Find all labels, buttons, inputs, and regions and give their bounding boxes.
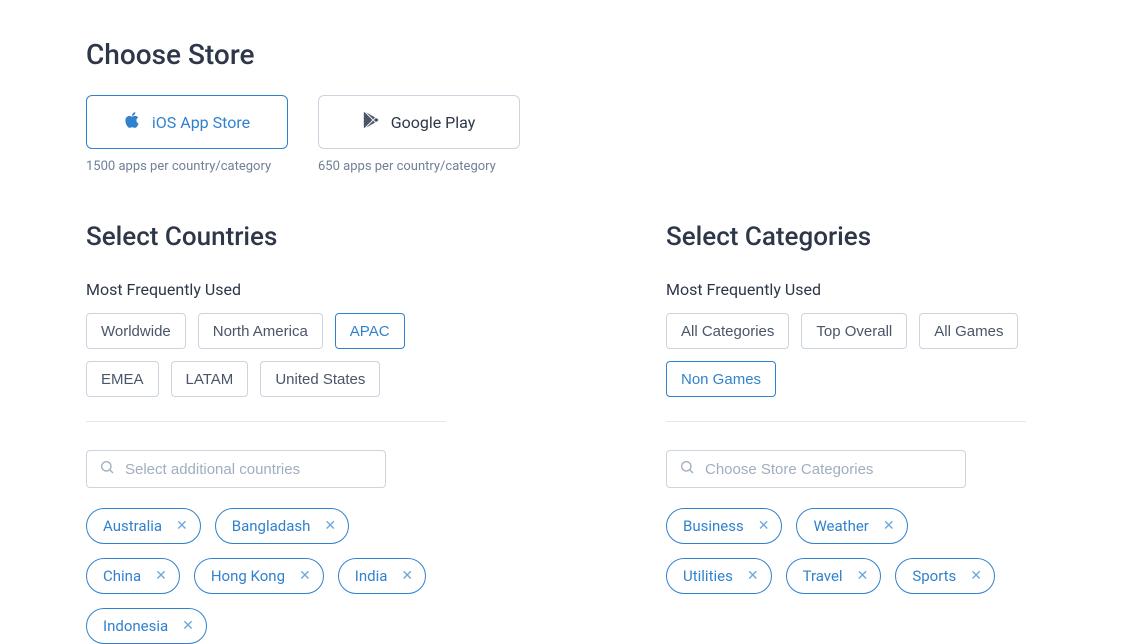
country-pill-india[interactable]: India ✕: [338, 558, 426, 594]
close-icon[interactable]: ✕: [299, 568, 311, 584]
close-icon[interactable]: ✕: [758, 518, 770, 534]
category-pill-travel[interactable]: Travel ✕: [786, 558, 882, 594]
country-chip-latam[interactable]: LATAM: [171, 361, 249, 397]
close-icon[interactable]: ✕: [857, 568, 869, 584]
store-google-play[interactable]: Google Play: [318, 95, 520, 149]
country-pill-china[interactable]: China ✕: [86, 558, 180, 594]
google-play-icon: [363, 111, 379, 133]
close-icon[interactable]: ✕: [401, 568, 413, 584]
country-pill-label: Australia: [103, 517, 162, 535]
close-icon[interactable]: ✕: [176, 518, 188, 534]
country-pill-label: Bangladash: [232, 517, 311, 535]
category-chip-top-overall[interactable]: Top Overall: [801, 313, 907, 349]
close-icon[interactable]: ✕: [182, 618, 194, 634]
close-icon[interactable]: ✕: [155, 568, 167, 584]
search-icon: [99, 459, 115, 479]
category-pill-business[interactable]: Business ✕: [666, 508, 782, 544]
categories-search[interactable]: [666, 450, 966, 488]
store-gplay-sub: 650 apps per country/category: [318, 159, 520, 174]
country-chip-emea[interactable]: EMEA: [86, 361, 159, 397]
category-chip-all-categories[interactable]: All Categories: [666, 313, 789, 349]
close-icon[interactable]: ✕: [324, 518, 336, 534]
country-chip-north-america[interactable]: North America: [198, 313, 323, 349]
category-pill-utilities[interactable]: Utilities ✕: [666, 558, 772, 594]
country-chip-worldwide[interactable]: Worldwide: [86, 313, 186, 349]
country-chip-united-states[interactable]: United States: [260, 361, 380, 397]
country-pill-label: India: [355, 567, 388, 585]
country-pill-bangladash[interactable]: Bangladash ✕: [215, 508, 349, 544]
country-pill-label: China: [103, 567, 141, 585]
category-chip-all-games[interactable]: All Games: [919, 313, 1018, 349]
apple-icon: [124, 111, 140, 133]
country-chip-apac[interactable]: APAC: [335, 313, 405, 349]
category-pill-sports[interactable]: Sports ✕: [895, 558, 995, 594]
category-pill-label: Sports: [912, 567, 956, 585]
close-icon[interactable]: ✕: [747, 568, 759, 584]
countries-divider: [86, 421, 446, 422]
store-ios-sub: 1500 apps per country/category: [86, 159, 288, 174]
country-pill-hong-kong[interactable]: Hong Kong ✕: [194, 558, 324, 594]
countries-heading: Select Countries: [86, 222, 446, 252]
store-ios-label: iOS App Store: [152, 113, 250, 132]
category-pill-label: Business: [683, 517, 744, 535]
category-pill-label: Weather: [813, 517, 868, 535]
category-chip-non-games[interactable]: Non Games: [666, 361, 776, 397]
page-title: Choose Store: [86, 38, 1054, 71]
search-icon: [679, 459, 695, 479]
store-ios-app-store[interactable]: iOS App Store: [86, 95, 288, 149]
country-pill-indonesia[interactable]: Indonesia ✕: [86, 608, 207, 644]
close-icon[interactable]: ✕: [970, 568, 982, 584]
category-pill-label: Travel: [803, 567, 843, 585]
country-pill-australia[interactable]: Australia ✕: [86, 508, 201, 544]
countries-subhead: Most Frequently Used: [86, 280, 446, 299]
country-pill-label: Indonesia: [103, 617, 168, 635]
country-pill-label: Hong Kong: [211, 567, 285, 585]
category-pill-label: Utilities: [683, 567, 733, 585]
countries-search-input[interactable]: [125, 461, 373, 478]
categories-heading: Select Categories: [666, 222, 1026, 252]
categories-divider: [666, 421, 1026, 422]
categories-search-input[interactable]: [705, 461, 953, 478]
categories-subhead: Most Frequently Used: [666, 280, 1026, 299]
close-icon[interactable]: ✕: [883, 518, 895, 534]
countries-search[interactable]: [86, 450, 386, 488]
category-pill-weather[interactable]: Weather ✕: [796, 508, 907, 544]
store-gplay-label: Google Play: [391, 113, 476, 132]
